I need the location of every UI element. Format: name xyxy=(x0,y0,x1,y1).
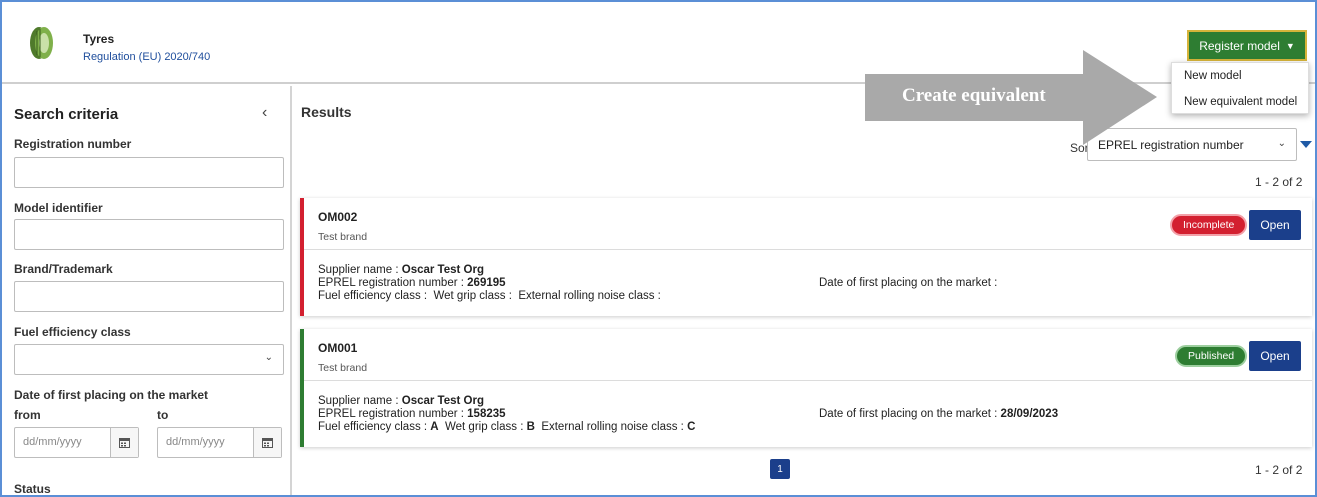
supplier-line: Supplier name : Oscar Test Org xyxy=(318,264,484,276)
open-button[interactable]: Open xyxy=(1249,341,1301,371)
card-details: Supplier name : Oscar Test Org EPREL reg… xyxy=(304,250,1312,316)
date-placing-label: Date of first placing on the market xyxy=(14,388,209,402)
date-to-input[interactable]: dd/mm/yyyy xyxy=(157,427,282,458)
from-label: from xyxy=(14,408,41,422)
model-brand: Test brand xyxy=(318,362,368,374)
status-badge: Published xyxy=(1175,345,1248,367)
registration-number-input[interactable] xyxy=(14,157,284,188)
results-count-top: 1 - 2 of 2 xyxy=(1255,175,1303,189)
date-placing-line: Date of first placing on the market : xyxy=(819,277,997,289)
noise-value: C xyxy=(687,421,696,433)
results-panel: Results Sort: EPREL registration number … xyxy=(294,86,1315,495)
status-label: Status xyxy=(14,482,51,496)
supplier-line: Supplier name : Oscar Test Org xyxy=(318,395,484,407)
model-id: OM002 xyxy=(318,210,358,224)
app-title: Tyres xyxy=(83,32,115,46)
register-model-button[interactable]: Register model ▼ xyxy=(1187,30,1307,61)
wet-grip-value: B xyxy=(526,421,535,433)
fuel-class-label: Fuel efficiency class : xyxy=(318,421,428,433)
registration-value: 158235 xyxy=(467,408,506,420)
date-placing-value: 28/09/2023 xyxy=(1000,408,1059,420)
result-card: OM001 Test brand Published Open Supplier… xyxy=(300,329,1312,447)
model-id: OM001 xyxy=(318,341,358,355)
noise-label: External rolling noise class : xyxy=(541,421,684,433)
tyre-icon xyxy=(30,27,53,59)
callout-text: Create equivalent xyxy=(902,85,1046,106)
card-details: Supplier name : Oscar Test Org EPREL reg… xyxy=(304,381,1312,447)
registration-label: EPREL registration number : xyxy=(318,408,464,420)
chevron-down-icon: ⌄ xyxy=(264,352,273,363)
fuel-class-value: A xyxy=(430,421,439,433)
app-window: Tyres Regulation (EU) 2020/740 Register … xyxy=(0,0,1317,497)
card-header: OM001 Test brand Published Open xyxy=(304,329,1312,381)
date-to-placeholder: dd/mm/yyyy xyxy=(166,436,225,448)
menu-item-new-model[interactable]: New model xyxy=(1172,63,1308,89)
calendar-icon[interactable] xyxy=(110,428,138,457)
wet-grip-label: Wet grip class : xyxy=(445,421,524,433)
to-label: to xyxy=(157,408,169,422)
brand-label: Brand/Trademark xyxy=(14,262,113,276)
results-count-bottom: 1 - 2 of 2 xyxy=(1255,463,1303,477)
date-from-input[interactable]: dd/mm/yyyy xyxy=(14,427,139,458)
result-card: OM002 Test brand Incomplete Open Supplie… xyxy=(300,198,1312,316)
caret-down-icon: ▼ xyxy=(1285,40,1295,51)
search-sidebar: Search criteria ‹ Registration number Mo… xyxy=(2,86,292,496)
menu-item-new-equivalent-model[interactable]: New equivalent model xyxy=(1172,89,1308,115)
register-model-label: Register model xyxy=(1199,38,1280,53)
regulation-link[interactable]: Regulation (EU) 2020/740 xyxy=(83,51,210,63)
pagination-page-1[interactable]: 1 xyxy=(770,459,790,479)
collapse-sidebar-icon[interactable]: ‹ xyxy=(262,104,267,122)
registration-line: EPREL registration number : 158235 xyxy=(318,408,506,420)
date-from-placeholder: dd/mm/yyyy xyxy=(23,436,82,448)
registration-label: EPREL registration number : xyxy=(318,277,464,289)
sidebar-title: Search criteria xyxy=(14,106,119,123)
noise-label: External rolling noise class : xyxy=(518,290,661,302)
model-brand: Test brand xyxy=(318,231,368,243)
register-dropdown-menu: New model New equivalent model xyxy=(1171,62,1309,114)
registration-line: EPREL registration number : 269195 xyxy=(318,277,506,289)
classes-line: Fuel efficiency class : A Wet grip class… xyxy=(318,421,695,433)
results-title: Results xyxy=(301,104,352,120)
supplier-value: Oscar Test Org xyxy=(401,395,484,407)
open-button[interactable]: Open xyxy=(1249,210,1301,240)
wet-grip-label: Wet grip class : xyxy=(433,290,512,302)
model-identifier-input[interactable] xyxy=(14,219,284,250)
supplier-label: Supplier name : xyxy=(318,264,399,276)
classes-line: Fuel efficiency class : Wet grip class :… xyxy=(318,290,661,302)
card-header: OM002 Test brand Incomplete Open xyxy=(304,198,1312,250)
sort-direction-icon[interactable] xyxy=(1300,141,1312,148)
registration-value: 269195 xyxy=(467,277,506,289)
fuel-efficiency-label: Fuel efficiency class xyxy=(14,325,131,339)
calendar-icon[interactable] xyxy=(253,428,281,457)
fuel-class-label: Fuel efficiency class : xyxy=(318,290,428,302)
date-placing-text-label: Date of first placing on the market : xyxy=(819,408,998,420)
chevron-down-icon: ⌄ xyxy=(1277,138,1286,149)
model-identifier-label: Model identifier xyxy=(14,201,103,215)
registration-number-label: Registration number xyxy=(14,137,132,151)
supplier-value: Oscar Test Org xyxy=(401,264,484,276)
date-placing-text-label: Date of first placing on the market : xyxy=(819,277,998,289)
supplier-label: Supplier name : xyxy=(318,395,399,407)
status-badge: Incomplete xyxy=(1170,214,1248,236)
fuel-efficiency-select[interactable]: ⌄ xyxy=(14,344,284,375)
brand-input[interactable] xyxy=(14,281,284,312)
date-placing-line: Date of first placing on the market : 28… xyxy=(819,408,1058,420)
